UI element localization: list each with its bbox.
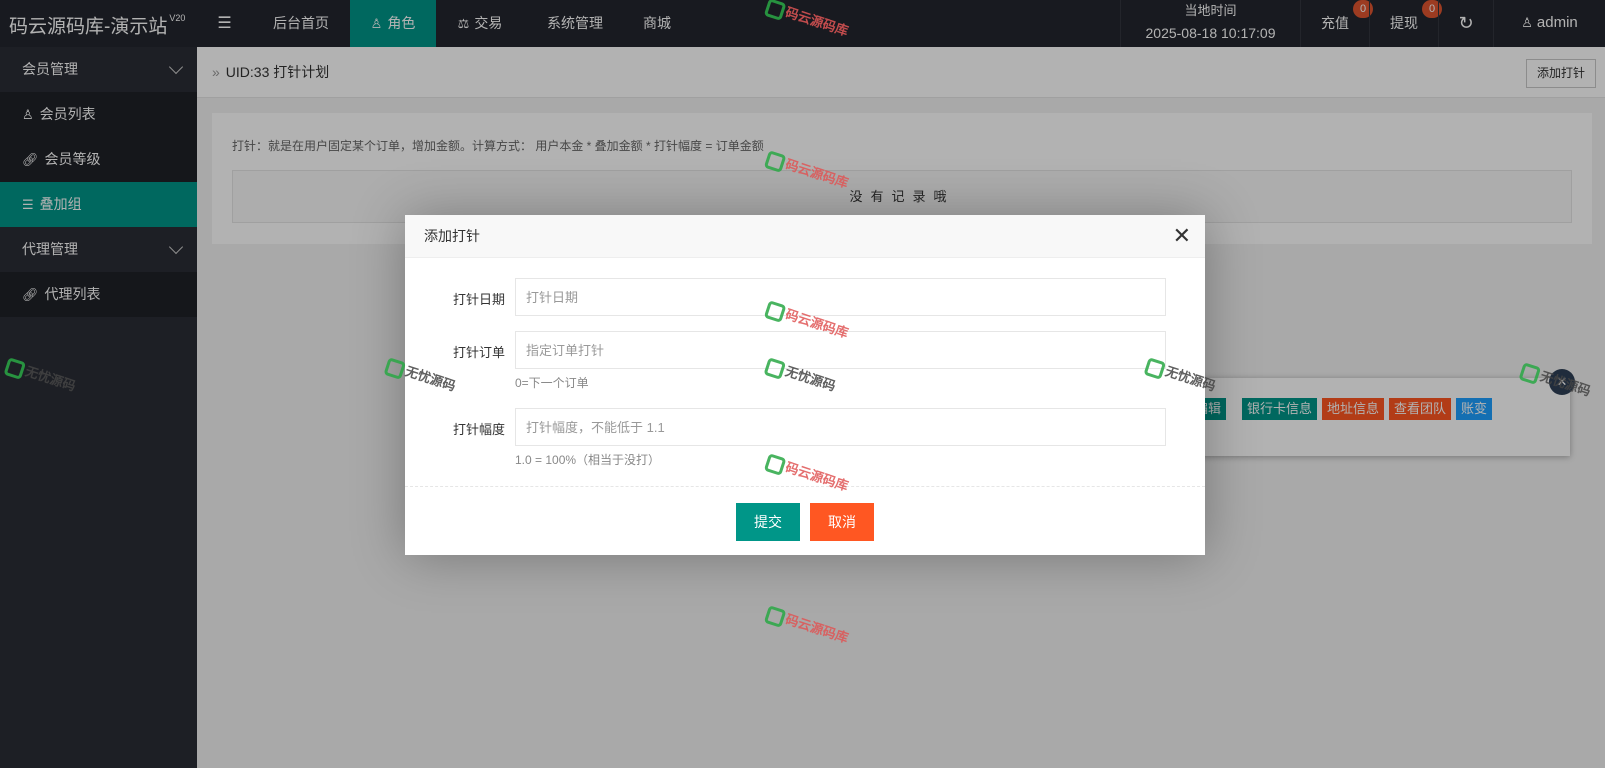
order-help: 0=下一个订单 [515,376,589,390]
date-label: 打针日期 [452,292,505,307]
order-label: 打针订单 [452,345,505,360]
form-row-amplitude: 打针幅度 1.0 = 100%（相当于没打） [405,408,1205,468]
date-input[interactable] [515,278,1166,316]
submit-button[interactable]: 提交 [736,503,800,541]
amplitude-label: 打针幅度 [452,422,505,437]
cancel-button[interactable]: 取消 [810,503,874,541]
dialog-header: 添加打针 ✕ [405,215,1205,258]
amplitude-help: 1.0 = 100%（相当于没打） [515,453,661,467]
amplitude-input[interactable] [515,408,1166,446]
dialog-footer: 提交 取消 [405,486,1205,555]
dialog-title: 添加打针 [424,228,480,244]
close-icon[interactable]: ✕ [1173,216,1191,256]
